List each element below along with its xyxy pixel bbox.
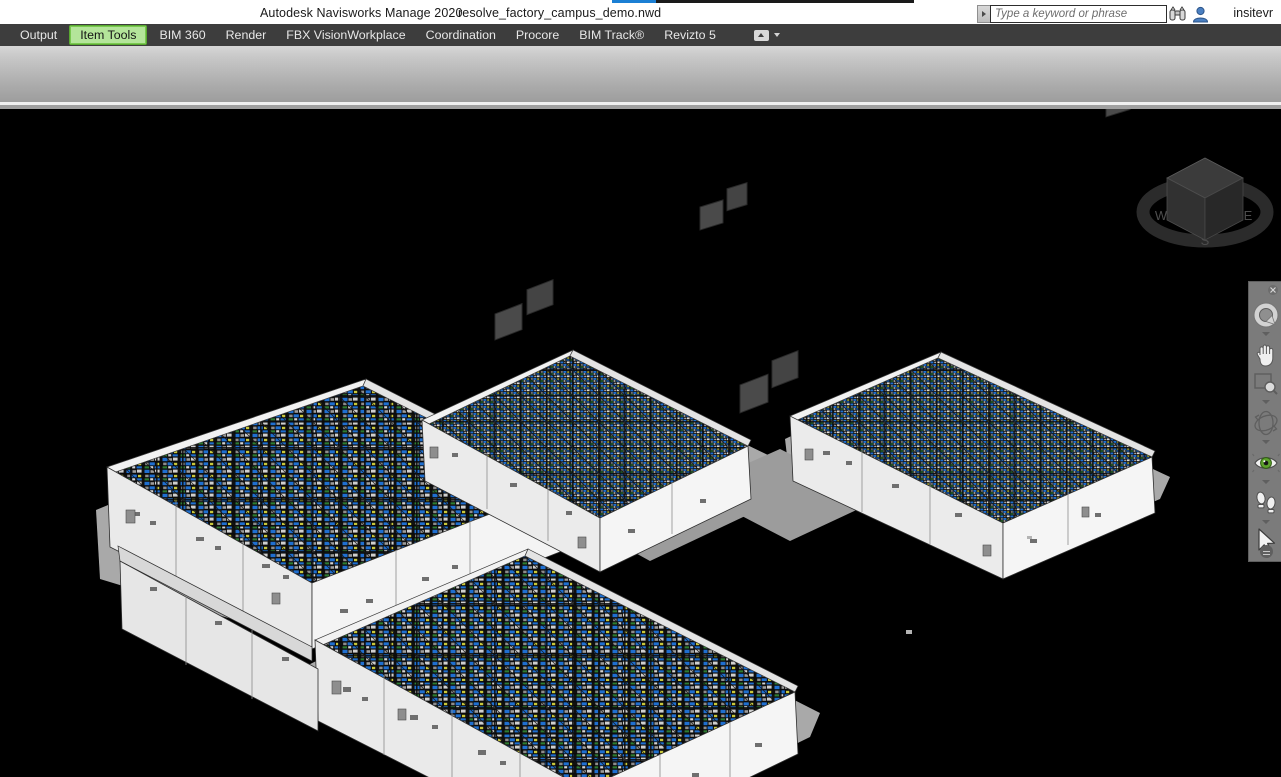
application-title: Autodesk Navisworks Manage 2020 [260, 6, 463, 20]
view-cube[interactable]: N S E W [1135, 140, 1275, 275]
look-around-button[interactable] [1249, 448, 1281, 478]
walk-dropdown-caret[interactable] [1249, 518, 1281, 526]
ribbon-minimize-control[interactable] [748, 24, 786, 46]
look-around-eye-icon [1252, 450, 1280, 476]
walk-button[interactable] [1249, 488, 1281, 518]
walk-footprints-icon [1253, 489, 1279, 517]
tab-revizto-5[interactable]: Revizto 5 [654, 24, 726, 46]
compass-west-label: W [1155, 208, 1168, 223]
ribbon-tab-bar: Output Item Tools BIM 360 Render FBX Vis… [0, 24, 1281, 46]
binoculars-icon[interactable] [1169, 5, 1186, 23]
search-box[interactable] [977, 5, 1167, 23]
pan-hand-icon [1254, 342, 1278, 367]
tab-procore[interactable]: Procore [506, 24, 569, 46]
ribbon-minimize-icon[interactable] [754, 30, 769, 41]
orbit-dropdown-caret[interactable] [1249, 438, 1281, 446]
view-cube-body [1167, 158, 1243, 240]
look-around-dropdown-caret[interactable] [1249, 478, 1281, 486]
search-expand-button[interactable] [977, 5, 990, 23]
tab-bim-track[interactable]: BIM Track® [569, 24, 654, 46]
steering-wheel-dropdown-caret[interactable] [1249, 330, 1281, 338]
steering-wheel-button[interactable] [1249, 300, 1281, 330]
tab-output[interactable]: Output [10, 24, 67, 46]
navisworks-window: Autodesk Navisworks Manage 2020 resolve_… [0, 0, 1281, 777]
chevron-down-icon[interactable] [774, 33, 780, 37]
model-canvas[interactable] [0, 109, 1281, 777]
steering-wheel-icon [1253, 302, 1279, 328]
orbit-icon [1253, 410, 1279, 436]
user-avatar-icon[interactable] [1192, 5, 1209, 23]
zoom-dropdown-caret[interactable] [1249, 398, 1281, 406]
tab-fbx-visionworkplace[interactable]: FBX VisionWorkplace [276, 24, 415, 46]
tab-item-tools[interactable]: Item Tools [69, 25, 147, 45]
search-input[interactable] [990, 5, 1167, 23]
ribbon-panel [0, 46, 1281, 102]
scene-viewport-3d[interactable] [0, 109, 1281, 777]
navbar-settings-icon[interactable] [1260, 545, 1273, 558]
user-name-label[interactable]: insitevr [1233, 6, 1273, 20]
zoom-window-icon [1253, 372, 1279, 396]
title-bar: Autodesk Navisworks Manage 2020 resolve_… [0, 3, 1281, 24]
pan-button[interactable] [1249, 340, 1281, 368]
document-title: resolve_factory_campus_demo.nwd [458, 6, 661, 20]
tab-render[interactable]: Render [216, 24, 277, 46]
tab-coordination[interactable]: Coordination [416, 24, 506, 46]
navigation-bar[interactable] [1248, 281, 1281, 562]
tab-bim-360[interactable]: BIM 360 [149, 24, 215, 46]
compass-east-label: E [1244, 208, 1253, 223]
zoom-window-button[interactable] [1249, 370, 1281, 398]
close-icon[interactable] [1268, 285, 1278, 295]
orbit-button[interactable] [1249, 408, 1281, 438]
